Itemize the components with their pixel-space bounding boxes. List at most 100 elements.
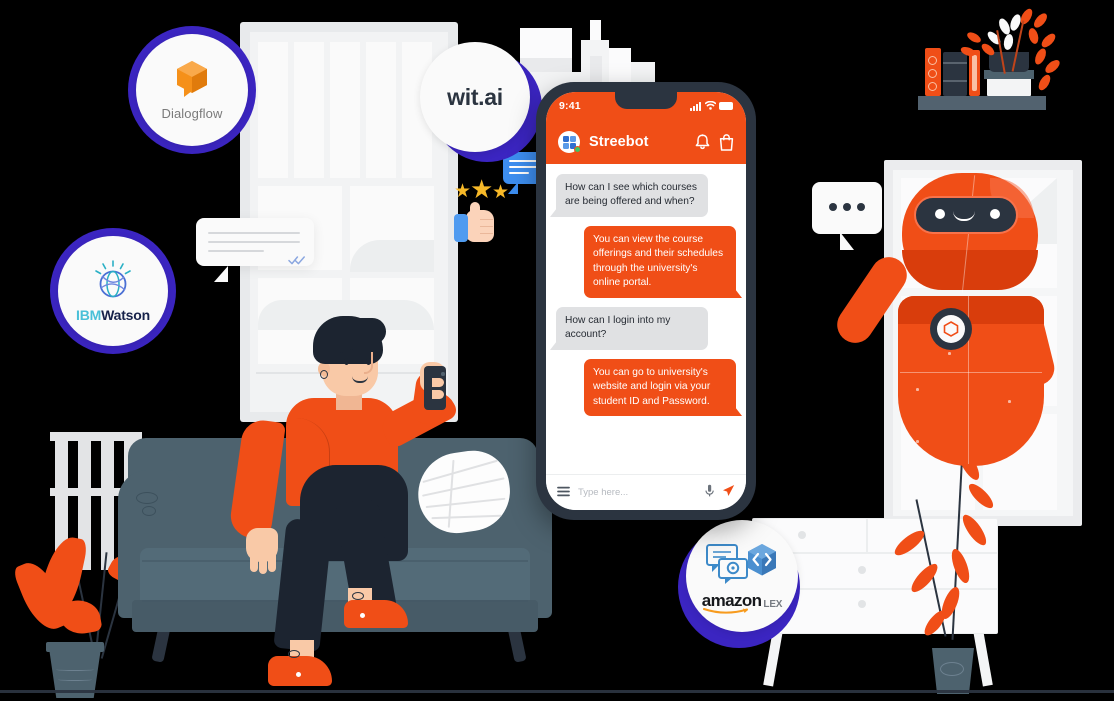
plant-pot-decor <box>940 662 964 676</box>
status-time: 9:41 <box>559 100 581 112</box>
thumb-sleeve <box>454 214 468 242</box>
amazon-lex-badge[interactable]: amazon LEX <box>686 520 798 632</box>
shoe-lace <box>288 650 300 658</box>
phone-screen: 9:41 Streebot How can I see which course… <box>546 92 746 510</box>
shoe-detail <box>360 613 365 618</box>
thumb-detail <box>480 226 493 228</box>
window-pane <box>366 42 396 178</box>
bubble-tail <box>840 232 854 250</box>
drawer-knob[interactable] <box>858 566 866 574</box>
smartphone-camera-dot <box>441 372 445 376</box>
robot-rivet <box>948 352 951 355</box>
chat-input-field[interactable]: Type here... <box>578 487 697 498</box>
chat-bubble-user: You can go to university's website and l… <box>584 358 742 417</box>
robot-eye <box>935 209 945 219</box>
chat-app-title: Streebot <box>589 134 649 150</box>
ibm-watson-badge[interactable]: IBMWatson <box>58 236 168 346</box>
robot-rivet <box>916 388 919 391</box>
plant-pot-rim <box>46 642 104 652</box>
chat-bubble-bot: How can I see which courses are being of… <box>550 174 708 217</box>
bubble-line <box>208 232 300 234</box>
chat-input-bar[interactable]: Type here... <box>546 474 746 510</box>
plant-pot-decor <box>56 668 94 671</box>
thumb <box>470 202 480 216</box>
person-shoe <box>268 656 332 686</box>
plant-leaf <box>1043 57 1062 76</box>
person-earring <box>320 370 328 379</box>
rating-star: ★ <box>454 181 472 202</box>
dialogflow-cube-icon <box>174 59 210 102</box>
drawer-knob[interactable] <box>858 600 866 608</box>
bubble-line <box>509 166 537 169</box>
chat-bubble-bot: How can I login into my account? <box>550 306 708 350</box>
shoe-detail <box>296 672 301 677</box>
bubble-line <box>509 160 537 163</box>
bell-icon[interactable] <box>695 133 710 151</box>
chat-bubble-user: You can view the course offerings and th… <box>584 225 742 298</box>
phone-notch <box>615 92 677 109</box>
witai-wordmark-icon: wit.ai <box>447 83 503 110</box>
signal-bars-icon <box>690 101 701 111</box>
plant-pot <box>989 52 1029 72</box>
window-pane <box>258 42 288 178</box>
plant-leaf <box>1036 72 1053 93</box>
send-icon[interactable] <box>722 484 735 502</box>
thumb-detail <box>480 233 493 235</box>
window-reflection <box>350 240 434 272</box>
robot-rivet <box>916 440 919 443</box>
bubble-tail <box>214 266 228 282</box>
plant-leaf <box>1039 31 1058 50</box>
book <box>925 48 941 96</box>
window-pane <box>294 42 324 178</box>
status-icons <box>690 97 733 115</box>
person-hair-swoop <box>350 318 386 344</box>
thumb-detail <box>480 219 493 221</box>
witai-badge[interactable]: wit.ai <box>420 42 530 152</box>
dresser-divider <box>866 518 868 552</box>
floor-line <box>0 690 1114 693</box>
watson-label: Watson <box>101 307 150 323</box>
drawer-knob[interactable] <box>798 531 806 539</box>
plant-leaf <box>1027 27 1040 45</box>
lex-label: LEX <box>763 598 783 610</box>
typing-dot <box>843 203 851 211</box>
typing-dot <box>857 203 865 211</box>
robot-head-shadow <box>902 250 1038 290</box>
bubble-line <box>208 241 300 243</box>
plant-leaf <box>1032 46 1049 67</box>
shopping-bag-icon[interactable] <box>719 133 734 151</box>
double-check-icon <box>288 252 306 265</box>
hamburger-menu-icon[interactable] <box>557 484 570 502</box>
book-detail <box>972 55 977 91</box>
online-status-dot <box>574 146 581 153</box>
microphone-icon[interactable] <box>705 484 714 502</box>
couch-arm-detail <box>142 506 156 516</box>
plant-leaf <box>1031 11 1050 30</box>
person-eye <box>344 358 349 365</box>
dialogflow-badge[interactable]: Dialogflow <box>136 34 248 146</box>
chat-message-list[interactable]: How can I see which courses are being of… <box>546 164 746 474</box>
shoe-lace <box>352 592 364 600</box>
wall-shelf <box>918 96 1046 110</box>
couch-arm-detail <box>136 492 158 504</box>
battery-icon <box>719 102 733 110</box>
person-shoe <box>344 600 408 628</box>
robot-rivet <box>1008 400 1011 403</box>
bubble-line <box>509 172 529 175</box>
dialogflow-label: Dialogflow <box>161 106 223 121</box>
book-detail <box>943 62 967 64</box>
person-left-hand <box>246 528 278 574</box>
book-detail <box>943 80 967 82</box>
bubble-tail <box>508 182 518 194</box>
rating-star: ★ <box>470 174 494 204</box>
dresser-leg <box>973 629 993 687</box>
bubble-line <box>208 250 264 252</box>
robot-eye <box>990 209 1000 219</box>
radiator-top <box>50 432 142 441</box>
plant-pot-decor <box>58 678 92 681</box>
wifi-icon <box>704 97 716 115</box>
amazon-lex-icon <box>705 542 779 589</box>
ibm-label: IBM <box>76 307 102 323</box>
shelf-box <box>987 78 1031 96</box>
hexagon-badge-icon <box>943 321 959 337</box>
